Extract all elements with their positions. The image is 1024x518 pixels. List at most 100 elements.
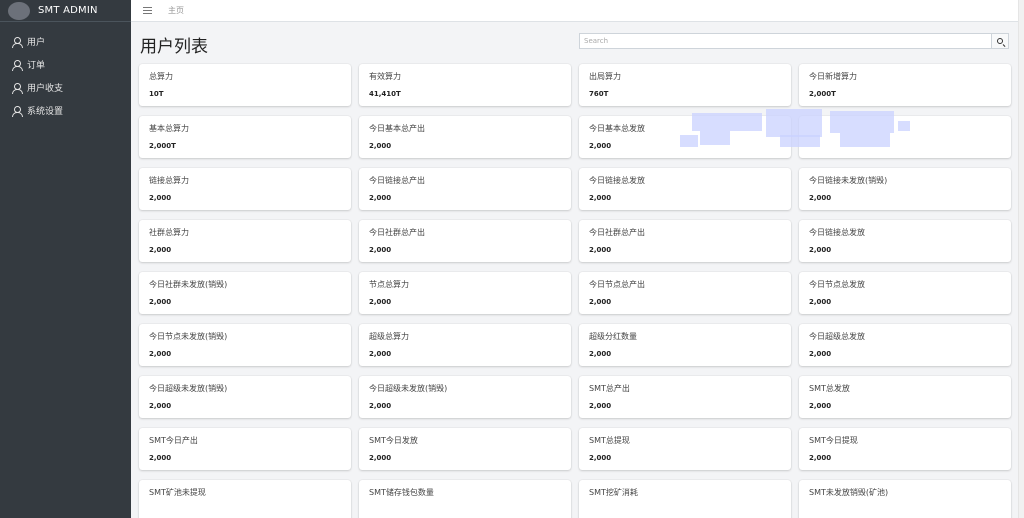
page-title: 用户列表	[140, 37, 208, 57]
page-scrollbar[interactable]	[1018, 0, 1024, 518]
sidebar-item-user-finance[interactable]: 用户收支	[0, 76, 131, 99]
sidebar: SMT ADMIN 用户 订单 用户收支 系统设置	[0, 0, 131, 518]
stat-card-label: 今日超级未发放(销毁)	[369, 384, 448, 393]
stat-card-value: 2,000	[149, 454, 172, 462]
stat-card: 链接总算力 2,000	[139, 168, 351, 210]
stat-card: 超级分红数量 2,000	[579, 324, 791, 366]
home-link[interactable]: 主页	[168, 5, 184, 16]
stat-card-value: 2,000	[589, 454, 612, 462]
stat-card: SMT今日发放 2,000	[359, 428, 571, 470]
stat-card-value: 10T	[149, 90, 164, 98]
stat-card: SMT矿池未提现	[139, 480, 351, 518]
stat-card: SMT储存钱包数量	[359, 480, 571, 518]
stat-card-value: 2,000	[589, 298, 612, 306]
stat-card-value: 2,000	[369, 350, 392, 358]
stat-card-label: SMT今日发放	[369, 436, 418, 445]
hamburger-icon[interactable]	[143, 7, 152, 14]
stat-card-value: 2,000	[369, 246, 392, 254]
stat-card-label: 今日新增算力	[809, 72, 857, 81]
stat-card-label: 节点总算力	[369, 280, 409, 289]
stat-card: 社群总算力 2,000	[139, 220, 351, 262]
stat-card-label: SMT总发放	[809, 384, 850, 393]
stat-card-label: 今日链接总发放	[589, 176, 645, 185]
user-icon	[12, 36, 23, 48]
stat-card-value: 2,000	[589, 142, 612, 150]
stat-card-label: 总算力	[149, 72, 173, 81]
stat-card-label: SMT矿池未提现	[149, 488, 206, 497]
stat-card-value: 2,000	[149, 194, 172, 202]
stat-card-label: 社群总算力	[149, 228, 189, 237]
stat-card: 出局算力 760T	[579, 64, 791, 106]
stat-card: 今日基本总产出 2,000	[359, 116, 571, 158]
sidebar-nav: 用户 订单 用户收支 系统设置	[0, 30, 131, 122]
stat-card-value: 2,000	[589, 402, 612, 410]
search-button[interactable]	[991, 34, 1008, 48]
top-navbar: 主页	[131, 0, 1018, 22]
stat-card-value: 2,000	[589, 246, 612, 254]
sidebar-item-label: 用户	[27, 38, 46, 48]
stat-card: 今日节点未发放(销毁) 2,000	[139, 324, 351, 366]
stat-card: SMT未发放销毁(矿池)	[799, 480, 1011, 518]
stat-card: 今日超级总发放 2,000	[799, 324, 1011, 366]
sidebar-item-label: 订单	[27, 61, 46, 71]
search-icon	[997, 38, 1003, 44]
sidebar-item-label: 系统设置	[27, 107, 64, 117]
search-bar	[579, 33, 1009, 49]
stat-card-label: 今日超级未发放(销毁)	[149, 384, 228, 393]
stat-card: SMT今日提现 2,000	[799, 428, 1011, 470]
stat-card: 总算力 10T	[139, 64, 351, 106]
sidebar-item-settings[interactable]: 系统设置	[0, 99, 131, 122]
stat-card-value: 2,000	[809, 246, 832, 254]
stat-card-label: 今日链接总发放	[809, 228, 865, 237]
stat-card	[799, 116, 1011, 158]
stat-card: SMT总发放 2,000	[799, 376, 1011, 418]
stat-card-label: 今日节点总产出	[589, 280, 645, 289]
stat-card-label: 今日社群未发放(销毁)	[149, 280, 228, 289]
stat-card: SMT总提现 2,000	[579, 428, 791, 470]
stat-card-label: 今日超级总发放	[809, 332, 865, 341]
stat-card-label: SMT总产出	[589, 384, 630, 393]
user-icon	[12, 59, 23, 71]
stat-card: SMT总产出 2,000	[579, 376, 791, 418]
stat-card-label: 基本总算力	[149, 124, 189, 133]
user-icon	[12, 82, 23, 94]
stat-card: 节点总算力 2,000	[359, 272, 571, 314]
stat-card: 今日社群总产出 2,000	[579, 220, 791, 262]
stat-card: 今日节点总发放 2,000	[799, 272, 1011, 314]
stat-card: 今日超级未发放(销毁) 2,000	[359, 376, 571, 418]
user-icon	[12, 105, 23, 117]
stat-card-label: 今日节点未发放(销毁)	[149, 332, 228, 341]
brand[interactable]: SMT ADMIN	[0, 0, 131, 22]
stat-card-label: SMT今日提现	[809, 436, 858, 445]
stat-card: SMT挖矿消耗	[579, 480, 791, 518]
stat-card-value: 2,000	[809, 402, 832, 410]
stat-card-label: 超级总算力	[369, 332, 409, 341]
stat-card-value: 2,000	[809, 298, 832, 306]
stat-card: SMT今日产出 2,000	[139, 428, 351, 470]
stat-card-value: 2,000	[809, 454, 832, 462]
stat-card-label: 出局算力	[589, 72, 621, 81]
stat-card-value: 2,000	[589, 194, 612, 202]
stat-card-label: 今日社群总产出	[589, 228, 645, 237]
stat-card-value: 2,000	[369, 402, 392, 410]
stat-card: 今日链接未发放(销毁) 2,000	[799, 168, 1011, 210]
stat-card: 今日新增算力 2,000T	[799, 64, 1011, 106]
sidebar-item-users[interactable]: 用户	[0, 30, 131, 53]
sidebar-item-orders[interactable]: 订单	[0, 53, 131, 76]
stat-card-label: SMT总提现	[589, 436, 630, 445]
search-input[interactable]	[580, 34, 991, 48]
stat-card: 基本总算力 2,000T	[139, 116, 351, 158]
stat-card: 今日超级未发放(销毁) 2,000	[139, 376, 351, 418]
stat-card-value: 2,000	[149, 402, 172, 410]
stat-card: 今日链接总发放 2,000	[579, 168, 791, 210]
stat-card-label: 有效算力	[369, 72, 401, 81]
stat-card-label: 链接总算力	[149, 176, 189, 185]
sidebar-item-label: 用户收支	[27, 84, 64, 94]
stat-card-label: 今日社群总产出	[369, 228, 425, 237]
brand-logo	[8, 1, 30, 20]
stat-card-value: 2,000	[589, 350, 612, 358]
stat-card-value: 2,000T	[149, 142, 176, 150]
stat-card-label: 超级分红数量	[589, 332, 637, 341]
stat-card-label: SMT今日产出	[149, 436, 198, 445]
stat-card-label: SMT未发放销毁(矿池)	[809, 488, 889, 497]
